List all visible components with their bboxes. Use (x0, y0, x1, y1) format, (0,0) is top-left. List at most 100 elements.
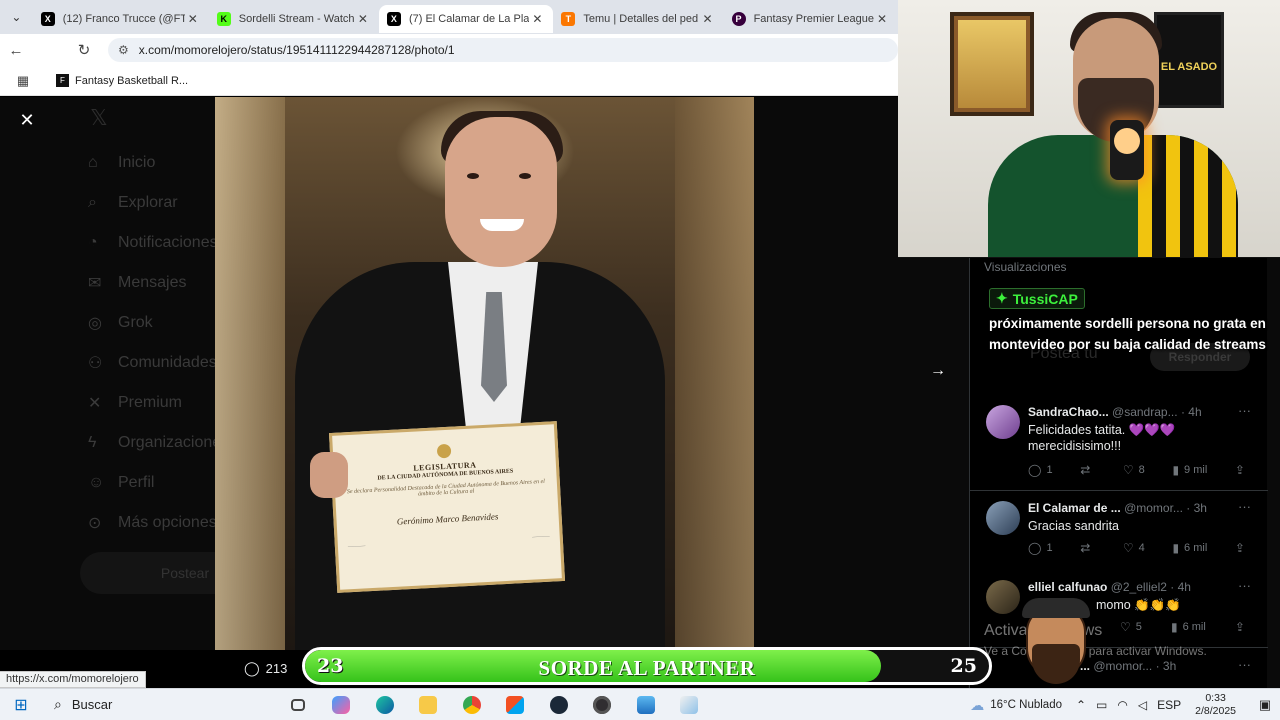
close-tab-icon[interactable]: ✕ (355, 12, 371, 26)
steam-icon[interactable] (537, 691, 581, 719)
url-field[interactable]: ⚙ x.com/momorelojero/status/195141112294… (108, 38, 898, 62)
tweet-actions: ◯ 1 ⇄ ♡ 4 ▮ 6 mil ⇪ (1028, 541, 1250, 555)
display-icon[interactable]: ▭ (1096, 698, 1107, 712)
repost-action[interactable]: ⇄ (1080, 463, 1095, 477)
weather-text: 16°C Nublado (990, 699, 1062, 711)
close-tab-icon[interactable]: ✕ (185, 12, 201, 26)
reply-action[interactable]: ◯ 1 (1028, 463, 1053, 477)
share-action[interactable]: ⇪ (1235, 463, 1250, 477)
tweet-time: · 4h (1170, 580, 1191, 594)
chrome-icon[interactable] (450, 691, 494, 719)
close-tab-icon[interactable]: ✕ (874, 12, 890, 26)
tab-0[interactable]: X (12) Franco Trucce (@FT ✕ (33, 5, 209, 33)
photos-icon[interactable] (624, 691, 668, 719)
tray-icons: ⌃ ▭ ◠ ◁ ESP (1076, 698, 1181, 712)
nav-label: Grok (118, 314, 153, 331)
tweet-time: · 4h (1180, 405, 1202, 419)
paint-icon[interactable] (668, 691, 712, 719)
more-options-icon[interactable]: ··· (1238, 578, 1251, 593)
taskbar-search[interactable]: ⌕ Buscar (46, 692, 226, 718)
tab-4[interactable]: P Fantasy Premier League ✕ (724, 5, 898, 33)
close-viewer-icon[interactable]: ✕ (14, 107, 40, 133)
tweet-handle[interactable]: @sandrap... (1112, 405, 1178, 419)
store-icon[interactable] (494, 691, 538, 719)
stream-chat-alert: ✦ TussiCAP próximamente sordelli persona… (898, 288, 1280, 355)
next-photo-arrow-icon[interactable]: → (930, 362, 946, 380)
more-options-icon[interactable]: ··· (1238, 499, 1251, 514)
like-action[interactable]: ♡ 8 (1123, 463, 1145, 477)
reply-count-button[interactable]: ◯ 213 (244, 660, 287, 677)
address-bar-row: ← ↻ ⚙ x.com/momorelojero/status/19514111… (0, 34, 898, 66)
x-logo-icon: 𝕏 (90, 105, 108, 130)
tab-search-icon[interactable]: ⌄ (0, 0, 33, 34)
tweet-handle[interactable]: @momor... (1093, 659, 1152, 673)
tweet-photo[interactable]: LEGISLATURA DE LA CIUDAD AUTÓNOMA DE BUE… (215, 97, 754, 650)
avatar[interactable] (986, 501, 1020, 535)
goal-target: 25 (950, 655, 977, 677)
weather-widget[interactable]: ☁ 16°C Nublado (970, 697, 1062, 714)
reply-tweet[interactable]: El Calamar de ... @momor... · 3h ··· Gra… (970, 491, 1268, 569)
windows-start-icon[interactable]: ⊞ (0, 695, 42, 715)
tab-1[interactable]: K Sordelli Stream - Watch ✕ (209, 5, 379, 33)
bookmarks-bar: ▦ F Fantasy Basketball R... (0, 66, 898, 96)
close-tab-icon[interactable]: ✕ (700, 12, 716, 26)
windows-taskbar: ⊞ ⌕ Buscar ☁ 16°C Nublado ⌃ ▭ ◠ ◁ ESP 0:… (0, 688, 1280, 720)
tweet-author-name[interactable]: El Calamar de ... (1028, 501, 1121, 515)
tweet-handle[interactable]: @2_elliel2 (1111, 580, 1167, 594)
close-tab-icon[interactable]: ✕ (529, 12, 545, 26)
views-icon: ▮ (1172, 541, 1180, 555)
goal-label: SORDE AL PARTNER (538, 656, 756, 680)
wall-poster-right: EL ASADO (1154, 12, 1224, 108)
bookmark-favicon-icon: F (56, 74, 69, 87)
share-action[interactable]: ⇪ (1235, 620, 1250, 634)
tweet-handle[interactable]: @momor... (1124, 501, 1183, 515)
notification-icon[interactable]: ▣ (1250, 697, 1280, 713)
network-icon[interactable]: ◠ (1117, 698, 1127, 712)
views-action[interactable]: ▮ 9 mil (1172, 463, 1207, 477)
microphone-icon (1110, 120, 1144, 180)
tweet-text: Gracias sandrita (1028, 519, 1120, 533)
apps-grid-icon[interactable]: ▦ (0, 73, 46, 89)
photo-eye-left (467, 173, 479, 179)
like-count: 4 (1138, 542, 1145, 554)
nav-label: Premium (118, 394, 183, 411)
edge-icon[interactable] (363, 691, 407, 719)
sparkle-icon: ✦ (996, 290, 1008, 306)
chat-username: TussiCAP (1012, 290, 1078, 307)
reload-icon[interactable]: ↻ (68, 41, 100, 59)
tweet-author-name[interactable]: SandraChao... (1028, 405, 1109, 419)
bookmark-item[interactable]: F Fantasy Basketball R... (56, 74, 188, 87)
like-count: 8 (1138, 464, 1145, 476)
repost-action[interactable]: ⇄ (1080, 541, 1095, 555)
copilot-icon[interactable] (320, 691, 364, 719)
language-indicator[interactable]: ESP (1157, 698, 1181, 712)
system-tray: ☁ 16°C Nublado ⌃ ▭ ◠ ◁ ESP 0:33 2/8/2025… (970, 689, 1280, 720)
cartoon-avatar-overlay (1014, 588, 1098, 688)
volume-icon[interactable]: ◁ (1138, 698, 1147, 712)
file-explorer-icon[interactable] (407, 691, 451, 719)
back-arrow-icon[interactable]: ← (0, 42, 32, 59)
task-view-icon[interactable] (276, 691, 320, 719)
certificate-signatures: _______ _______ (348, 533, 550, 549)
obs-icon[interactable] (581, 691, 625, 719)
reply-icon: ◯ (1028, 463, 1042, 477)
reply-tweet[interactable]: SandraChao... @sandrap... · 4h ··· Felic… (970, 395, 1268, 491)
chevron-up-icon[interactable]: ⌃ (1076, 698, 1086, 712)
like-action[interactable]: ♡ 4 (1123, 541, 1145, 555)
views-action[interactable]: ▮ 6 mil (1172, 541, 1207, 555)
tweet-text: momo 👏👏👏 (1096, 598, 1181, 612)
repost-icon: ⇄ (1080, 463, 1091, 477)
photo-eye-right (519, 173, 531, 179)
tab-2-active[interactable]: X (7) El Calamar de La Pla ✕ (378, 5, 554, 33)
temu-logo-icon: T (561, 12, 576, 26)
avatar[interactable] (986, 405, 1020, 439)
share-icon: ⇪ (1234, 541, 1245, 555)
taskbar-clock[interactable]: 0:33 2/8/2025 (1195, 692, 1236, 718)
share-action[interactable]: ⇪ (1235, 541, 1250, 555)
more-options-icon[interactable]: ··· (1238, 403, 1251, 418)
site-info-icon[interactable]: ⚙ (118, 43, 129, 57)
tab-3[interactable]: T Temu | Detalles del ped ✕ (553, 5, 723, 33)
reply-action[interactable]: ◯ 1 (1028, 541, 1053, 555)
more-options-icon[interactable]: ··· (1238, 657, 1251, 672)
bell-icon: ◔ (88, 234, 98, 251)
